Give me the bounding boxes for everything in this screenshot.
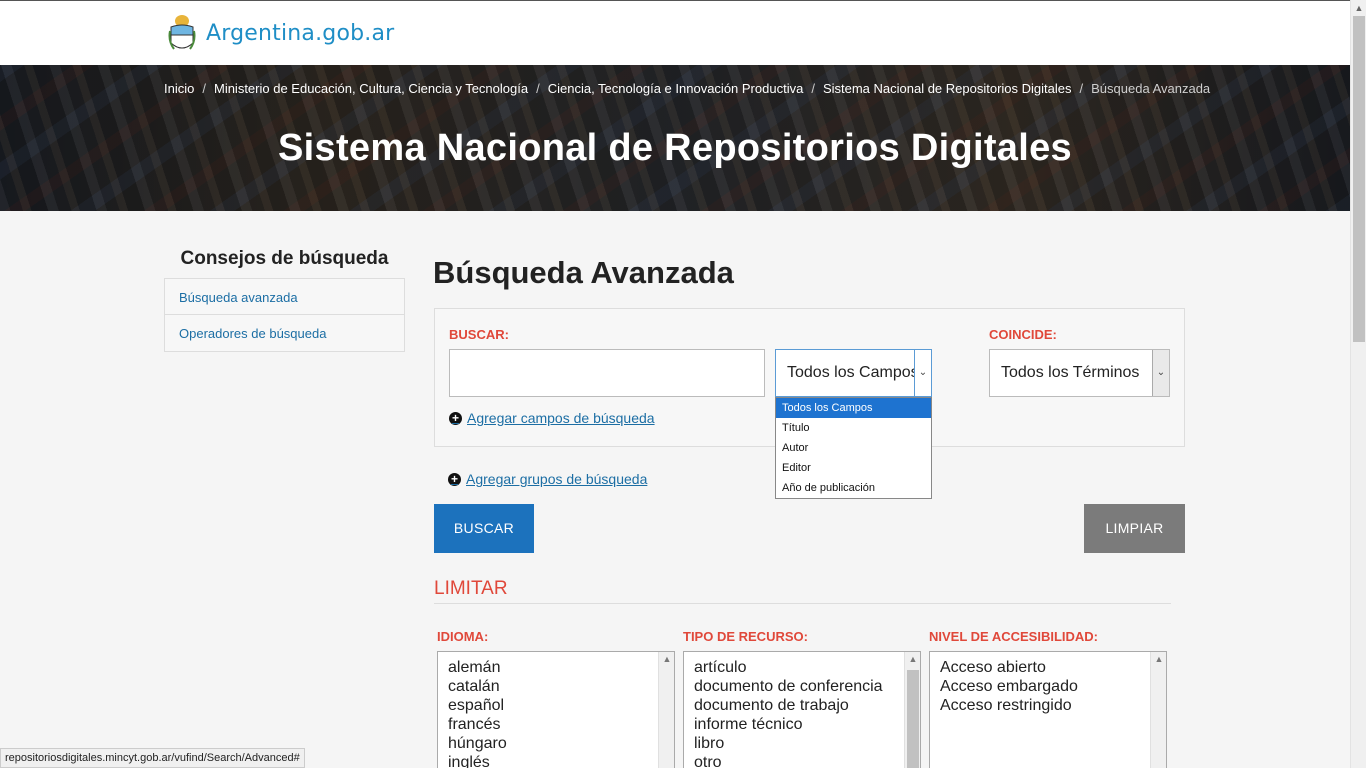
list-item[interactable]: otro bbox=[684, 753, 883, 768]
hero-banner: Inicio / Ministerio de Educación, Cultur… bbox=[0, 65, 1350, 211]
breadcrumb: Inicio / Ministerio de Educación, Cultur… bbox=[164, 81, 1210, 96]
clear-button[interactable]: LIMPIAR bbox=[1084, 504, 1185, 553]
scroll-up-arrow-icon[interactable]: ▲ bbox=[905, 654, 920, 664]
nivel-accesibilidad-listbox[interactable]: Acceso abierto Acceso embargado Acceso r… bbox=[929, 651, 1167, 768]
breadcrumb-current: Búsqueda Avanzada bbox=[1091, 81, 1211, 96]
plus-circle-icon: + bbox=[449, 411, 462, 425]
search-button[interactable]: BUSCAR bbox=[434, 504, 534, 553]
breadcrumb-item-inicio[interactable]: Inicio bbox=[164, 81, 194, 96]
list-item[interactable]: francés bbox=[438, 715, 507, 734]
site-header: Argentina.gob.ar bbox=[0, 0, 1350, 65]
page-scrollbar[interactable]: ▲ bbox=[1350, 0, 1366, 768]
breadcrumb-item-ministerio[interactable]: Ministerio de Educación, Cultura, Cienci… bbox=[214, 81, 528, 96]
scroll-up-arrow-icon[interactable]: ▲ bbox=[1351, 3, 1366, 13]
listbox-scrollbar[interactable]: ▲ bbox=[904, 652, 920, 768]
tipo-recurso-label: TIPO DE RECURSO: bbox=[683, 629, 808, 644]
dropdown-option[interactable]: Año de publicación bbox=[776, 478, 931, 498]
sidebar-heading: Consejos de búsqueda bbox=[180, 248, 389, 269]
list-item[interactable]: Acceso restringido bbox=[930, 696, 1078, 715]
coincide-select-value: Todos los Términos bbox=[1001, 364, 1140, 381]
list-item[interactable]: catalán bbox=[438, 677, 507, 696]
listbox-scrollbar[interactable]: ▲ bbox=[1150, 652, 1166, 768]
list-item[interactable]: Acceso abierto bbox=[930, 658, 1078, 677]
breadcrumb-separator: / bbox=[536, 81, 540, 96]
list-item[interactable]: documento de conferencia bbox=[684, 677, 883, 696]
dropdown-option[interactable]: Editor bbox=[776, 458, 931, 478]
field-select[interactable]: Todos los Campos ⌄ bbox=[775, 349, 932, 397]
sidebar: Consejos de búsqueda Búsqueda avanzada O… bbox=[164, 248, 405, 352]
add-search-fields-label: Agregar campos de búsqueda bbox=[467, 410, 655, 426]
list-item[interactable]: español bbox=[438, 696, 507, 715]
dropdown-option[interactable]: Todos los Campos bbox=[776, 398, 931, 418]
chevron-down-icon[interactable]: ⌄ bbox=[1152, 350, 1169, 396]
list-item[interactable]: documento de trabajo bbox=[684, 696, 883, 715]
list-item[interactable]: libro bbox=[684, 734, 883, 753]
scroll-up-arrow-icon[interactable]: ▲ bbox=[659, 654, 674, 664]
breadcrumb-separator: / bbox=[811, 81, 815, 96]
dropdown-option[interactable]: Título bbox=[776, 418, 931, 438]
scrollbar-thumb[interactable] bbox=[1353, 16, 1365, 342]
list-item[interactable]: informe técnico bbox=[684, 715, 883, 734]
breadcrumb-item-ciencia[interactable]: Ciencia, Tecnología e Innovación Product… bbox=[548, 81, 804, 96]
list-item[interactable]: Acceso embargado bbox=[930, 677, 1078, 696]
scroll-up-arrow-icon[interactable]: ▲ bbox=[1151, 654, 1166, 664]
breadcrumb-separator: / bbox=[1079, 81, 1084, 96]
buscar-label: BUSCAR: bbox=[449, 327, 509, 342]
chevron-down-icon[interactable]: ⌄ bbox=[914, 350, 931, 396]
nivel-accesibilidad-label: NIVEL DE ACCESIBILIDAD: bbox=[929, 629, 1099, 644]
breadcrumb-separator: / bbox=[202, 81, 206, 96]
list-item[interactable]: artículo bbox=[684, 658, 883, 677]
sidebar-item-operadores[interactable]: Operadores de búsqueda bbox=[164, 315, 405, 352]
add-search-fields-link[interactable]: + Agregar campos de búsqueda bbox=[449, 410, 655, 426]
page-title: Búsqueda Avanzada bbox=[433, 255, 734, 290]
logo-text: Argentina.gob.ar bbox=[206, 20, 395, 46]
dropdown-option[interactable]: Autor bbox=[776, 438, 931, 458]
coincide-select[interactable]: Todos los Términos ⌄ bbox=[989, 349, 1170, 397]
scrollbar-thumb[interactable] bbox=[907, 670, 919, 768]
coincide-label: COINCIDE: bbox=[989, 327, 1057, 342]
site-logo[interactable]: Argentina.gob.ar bbox=[168, 13, 394, 53]
search-input[interactable] bbox=[449, 349, 765, 397]
field-select-value: Todos los Campos bbox=[787, 364, 919, 381]
sidebar-item-busqueda-avanzada[interactable]: Búsqueda avanzada bbox=[164, 278, 405, 315]
list-item[interactable]: inglés bbox=[438, 753, 507, 768]
status-bar-url: repositoriosdigitales.mincyt.gob.ar/vufi… bbox=[0, 748, 305, 768]
coat-of-arms-icon bbox=[168, 15, 196, 50]
listbox-scrollbar[interactable]: ▲ bbox=[658, 652, 674, 768]
add-search-groups-label: Agregar grupos de búsqueda bbox=[466, 471, 648, 487]
tipo-recurso-listbox[interactable]: artículo documento de conferencia docume… bbox=[683, 651, 921, 768]
list-item[interactable]: húngaro bbox=[438, 734, 507, 753]
breadcrumb-item-sistema[interactable]: Sistema Nacional de Repositorios Digital… bbox=[823, 81, 1072, 96]
limit-heading: LIMITAR bbox=[434, 578, 1171, 604]
field-select-dropdown: Todos los Campos Título Autor Editor Año… bbox=[775, 397, 932, 499]
idioma-label: IDIOMA: bbox=[437, 629, 489, 644]
hero-title: Sistema Nacional de Repositorios Digital… bbox=[278, 127, 1072, 169]
add-search-groups-link[interactable]: + Agregar grupos de búsqueda bbox=[448, 471, 647, 487]
list-item[interactable]: alemán bbox=[438, 658, 507, 677]
idioma-listbox[interactable]: alemán catalán español francés húngaro i… bbox=[437, 651, 675, 768]
plus-circle-icon: + bbox=[448, 472, 461, 486]
